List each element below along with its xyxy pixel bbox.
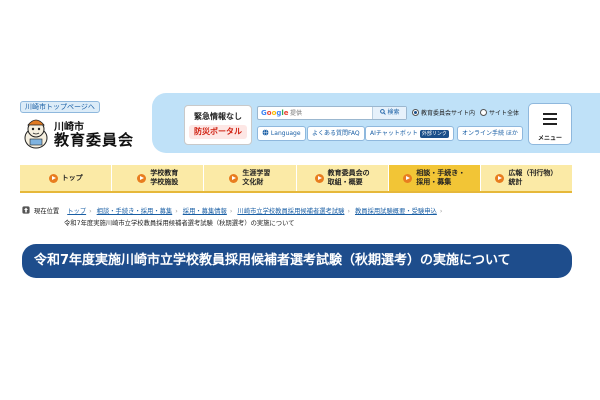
breadcrumb-link[interactable]: 川崎市立学校教員採用候補者選考試験 [237,208,344,215]
scope-board-option[interactable]: 教育委員会サイト内 [412,109,476,117]
arrow-right-icon [495,173,505,183]
language-label: Language [270,130,301,137]
scope-all-label: サイト全体 [488,110,519,117]
page-title: 令和7年度実施川崎市立学校教員採用候補者選考試験（秋期選考）の実施について [22,244,572,278]
nav-school-education[interactable]: 学校教育 学校施設 [112,165,205,191]
nav-top[interactable]: トップ [20,165,113,191]
site-search: Google 検索 [257,106,407,120]
nav-consult-recruit[interactable]: 相談・手続き・ 採用・募集 [388,165,481,191]
nav-label: トップ [61,173,83,182]
nav-board-overview[interactable]: 教育委員会の 取組・概要 [297,165,389,191]
breadcrumb-link[interactable]: 採用・募集情報 [183,208,227,215]
scope-all-option[interactable]: サイト全体 [479,109,519,117]
arrow-right-icon [48,173,58,183]
ai-chatbot-label: AIチャットボット [370,130,418,137]
breadcrumb-separator-icon: › [175,208,178,215]
menu-button[interactable]: メニュー [528,103,572,145]
hamburger-icon [543,113,557,125]
arrow-right-icon [314,173,324,183]
radio-selected-icon [412,109,419,116]
search-input[interactable] [290,108,370,118]
breadcrumb-separator-icon: › [89,208,92,215]
language-button[interactable]: Language [257,126,306,141]
location-pin-icon [22,206,30,214]
breadcrumb: 現在位置 トップ › 相談・手続き・採用・募集 › 採用・募集情報 › 川崎市立学校教… [22,206,582,230]
radio-unselected-icon [479,109,487,116]
nav-public-relations[interactable]: 広報（刊行物） 統計 [481,165,572,191]
nav-label: 生涯学習 文化財 [242,169,271,186]
google-logo-icon: Google [261,109,289,117]
arrow-right-icon [229,173,239,183]
breadcrumb-link[interactable]: 相談・手続き・採用・募集 [97,208,173,215]
site-logo[interactable]: 川崎市 教育委員会 [20,117,140,149]
nav-lifelong-learning[interactable]: 生涯学習 文化財 [204,165,297,191]
nav-label: 相談・手続き・ 採用・募集 [416,169,466,186]
arrow-right-icon [403,173,413,183]
logo-board-text: 教育委員会 [54,131,135,149]
globe-icon [262,129,269,136]
breadcrumb-separator-icon: › [229,208,233,215]
utility-panel: 緊急情報なし 防災ポータル Google 検索 教育委員会サイト内 サイト全体 … [152,93,600,153]
breadcrumb-separator-icon: › [439,208,443,215]
search-scope: 教育委員会サイト内 サイト全体 [412,108,519,117]
faq-link[interactable]: よくある質問FAQ [307,126,365,141]
mascot-logo-icon [24,119,48,149]
breadcrumb-link[interactable]: トップ [67,208,86,215]
emergency-box: 緊急情報なし 防災ポータル [184,105,252,145]
nav-label: 学校教育 学校施設 [150,169,179,186]
breadcrumb-current: 令和7年度実施川崎市立学校教員採用候補者選考試験（秋期選考）の実施について [64,220,295,227]
online-procedures-link[interactable]: オンライン手続 ほか [457,126,523,141]
search-button-label: 検索 [387,109,400,116]
arrow-right-icon [137,173,147,183]
global-nav: トップ 学校教育 学校施設 生涯学習 文化財 教育委員会の 取組・概要 相談・手… [20,165,572,193]
city-top-link[interactable]: 川崎市トップページへ [20,101,100,113]
nav-label: 広報（刊行物） 統計 [508,169,558,186]
emergency-status: 緊急情報なし [194,112,242,121]
nav-label: 教育委員会の 取組・概要 [327,169,370,186]
external-link-badge: 外部リンク [419,130,449,138]
site-header: 川崎市トップページへ 川崎市 教育委員会 緊急情報なし 防災ポータル Googl… [0,93,600,161]
search-icon [379,109,386,115]
disaster-portal-button[interactable]: 防災ポータル [189,125,247,139]
breadcrumb-link[interactable]: 教員採用試験概要・受験申込 [355,208,437,215]
menu-label: メニュー [537,136,562,142]
breadcrumb-separator-icon: › [347,208,350,215]
ai-chatbot-link[interactable]: AIチャットボット 外部リンク [365,126,454,141]
search-button[interactable]: 検索 [372,107,406,119]
scope-board-label: 教育委員会サイト内 [421,110,476,117]
breadcrumb-here-label: 現在位置 [34,208,60,215]
